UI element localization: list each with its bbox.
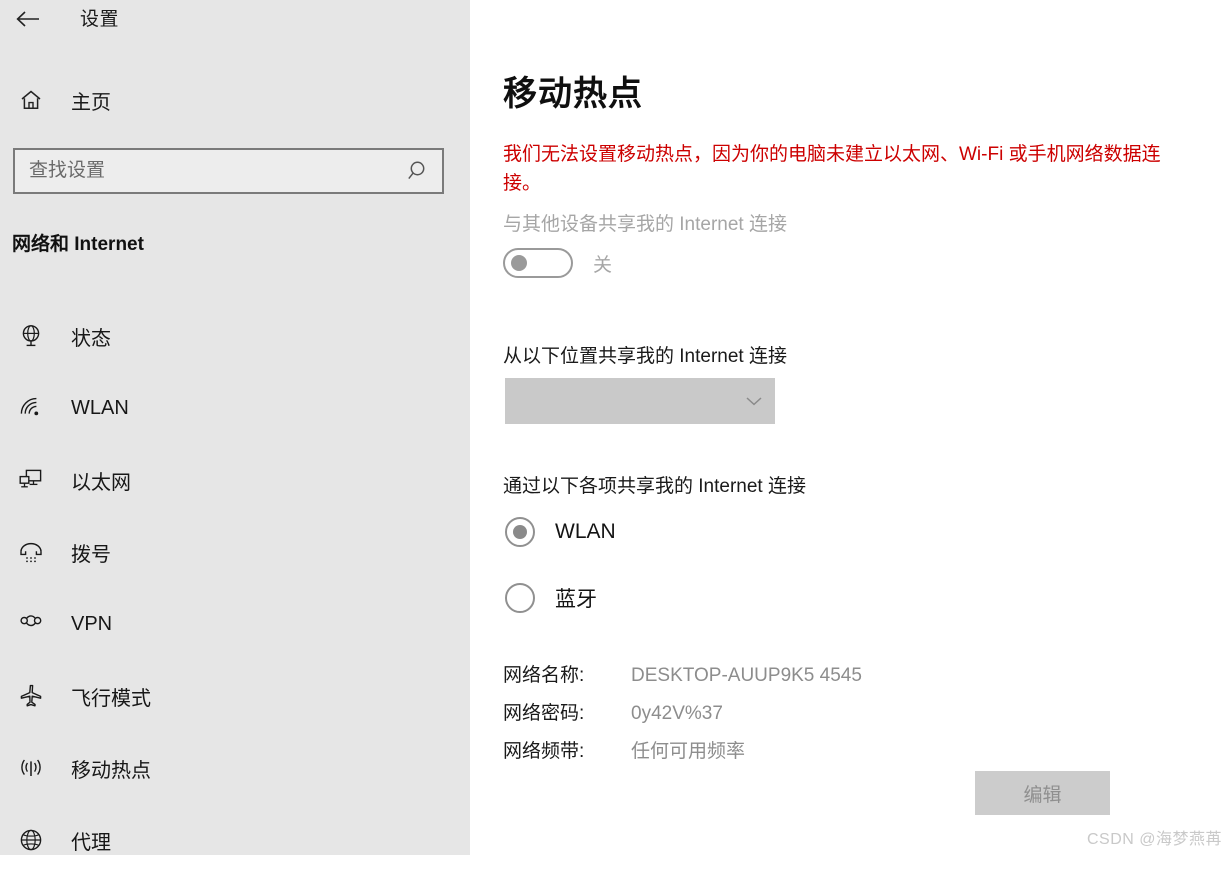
share-toggle-state: 关 xyxy=(593,254,613,276)
toggle-knob xyxy=(511,255,527,271)
error-message: 我们无法设置移动热点，因为你的电脑未建立以太网、Wi-Fi 或手机网络数据连接。 xyxy=(503,144,1161,194)
chevron-down-icon xyxy=(733,394,775,408)
sidebar-item-proxy-label: 代理 xyxy=(71,831,111,854)
back-arrow-icon[interactable] xyxy=(10,2,46,36)
network-name-key: 网络名称: xyxy=(503,665,585,686)
radio-option-bluetooth[interactable]: 蓝牙 xyxy=(505,578,616,617)
search-icon[interactable] xyxy=(396,159,442,183)
network-band-value: 任何可用频率 xyxy=(631,741,746,762)
sidebar-item-mobile-hotspot-label: 移动热点 xyxy=(71,759,151,782)
airplane-icon xyxy=(8,683,54,709)
search-box[interactable] xyxy=(13,148,444,194)
share-toggle-row: 关 xyxy=(503,248,612,278)
sidebar-item-ethernet[interactable]: 以太网 xyxy=(0,444,470,516)
share-from-dropdown[interactable] xyxy=(505,378,775,424)
sidebar-item-vpn[interactable]: VPN xyxy=(0,588,470,660)
radio-option-wlan[interactable]: WLAN xyxy=(505,512,616,551)
sidebar-item-proxy[interactable]: 代理 xyxy=(0,804,470,876)
hotspot-broadcast-icon xyxy=(8,755,54,781)
watermark: CSDN @海梦燕苒 xyxy=(1086,831,1222,848)
globe-proxy-icon xyxy=(8,827,54,853)
share-over-radio-group: WLAN 蓝牙 xyxy=(505,512,616,644)
title-bar: 设置 xyxy=(0,0,470,40)
content-pane: 移动热点 我们无法设置移动热点，因为你的电脑未建立以太网、Wi-Fi 或手机网络… xyxy=(470,0,1230,855)
sidebar-item-status-label: 状态 xyxy=(71,327,111,350)
home-icon xyxy=(8,88,54,112)
radio-indicator-bluetooth xyxy=(505,582,535,613)
sidebar-item-dialup-label: 拨号 xyxy=(71,543,111,566)
network-status-icon xyxy=(8,323,54,349)
network-name-value: DESKTOP-AUUP9K5 4545 xyxy=(631,665,862,686)
vpn-icon xyxy=(8,611,54,637)
search-input[interactable] xyxy=(15,150,396,192)
edit-button[interactable]: 编辑 xyxy=(975,771,1110,815)
sidebar: 设置 主页 网络和 Internet xyxy=(0,0,470,855)
network-band-key: 网络频带: xyxy=(503,741,585,762)
sidebar-item-wlan[interactable]: WLAN xyxy=(0,372,470,444)
sidebar-item-vpn-label: VPN xyxy=(71,612,113,635)
sidebar-item-mobile-hotspot[interactable]: 移动热点 xyxy=(0,732,470,804)
share-internet-toggle[interactable] xyxy=(503,248,573,278)
radio-indicator-wlan xyxy=(505,516,535,547)
sidebar-item-home[interactable]: 主页 xyxy=(0,80,470,120)
network-password-key: 网络密码: xyxy=(503,703,585,724)
sidebar-item-home-label: 主页 xyxy=(71,91,111,114)
share-toggle-label: 与其他设备共享我的 Internet 连接 xyxy=(503,214,787,235)
network-info-row: 网络名称: DESKTOP-AUUP9K5 4545 xyxy=(503,660,862,698)
network-info-table: 网络名称: DESKTOP-AUUP9K5 4545 网络密码: 0y42V%3… xyxy=(503,660,862,774)
share-over-label: 通过以下各项共享我的 Internet 连接 xyxy=(503,476,806,497)
app-title: 设置 xyxy=(80,9,120,30)
dialup-phone-icon xyxy=(8,539,54,565)
settings-window: 设置 主页 网络和 Internet xyxy=(0,0,1230,855)
radio-option-wlan-label: WLAN xyxy=(555,519,616,543)
page-title: 移动热点 xyxy=(503,75,643,113)
sidebar-category-title: 网络和 Internet xyxy=(12,234,144,255)
wifi-icon xyxy=(8,395,54,421)
share-from-label: 从以下位置共享我的 Internet 连接 xyxy=(503,346,787,367)
sidebar-item-airplane-mode-label: 飞行模式 xyxy=(71,687,151,710)
sidebar-nav-list: 状态 WLAN 以太网 拨号 VPN 飞行模式 移动热点 代理 xyxy=(0,300,470,876)
network-password-value: 0y42V%37 xyxy=(631,703,723,724)
sidebar-item-ethernet-label: 以太网 xyxy=(71,471,131,494)
sidebar-item-airplane-mode[interactable]: 飞行模式 xyxy=(0,660,470,732)
sidebar-item-wlan-label: WLAN xyxy=(71,396,129,419)
radio-option-bluetooth-label: 蓝牙 xyxy=(555,587,597,611)
sidebar-item-status[interactable]: 状态 xyxy=(0,300,470,372)
sidebar-item-dialup[interactable]: 拨号 xyxy=(0,516,470,588)
network-info-row: 网络频带: 任何可用频率 xyxy=(503,736,862,774)
ethernet-icon xyxy=(8,467,54,493)
network-info-row: 网络密码: 0y42V%37 xyxy=(503,698,862,736)
